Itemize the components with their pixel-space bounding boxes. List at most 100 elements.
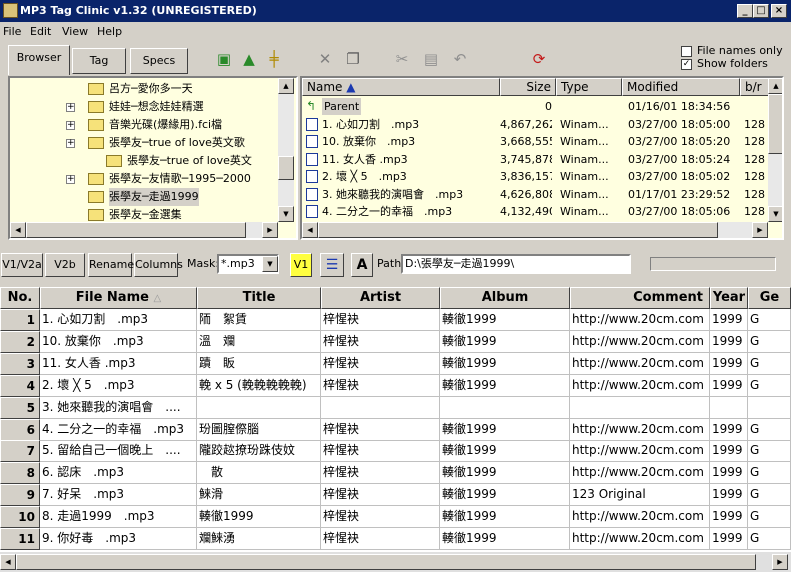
tree-node[interactable]: + 娃娃─想念娃娃精選 <box>10 98 278 116</box>
cell-filename[interactable]: 2. 壞 ╳ 5 .mp3 <box>40 374 197 397</box>
grid-header-no[interactable]: No. <box>0 287 40 309</box>
cell-comment[interactable]: 123 Original <box>570 484 710 507</box>
cell-filename[interactable]: 11. 女人香 .mp3 <box>40 352 197 375</box>
cell-genre[interactable]: G <box>748 309 791 331</box>
grid-header-genre[interactable]: Ge <box>748 287 791 309</box>
cell-filename[interactable]: 1. 心如刀割 .mp3 <box>40 309 197 331</box>
tab-v2b[interactable]: V2b <box>45 253 85 277</box>
split-icon[interactable]: ╪ <box>265 50 283 68</box>
menu-help[interactable]: Help <box>97 25 122 38</box>
column-header-type[interactable]: Type <box>556 78 622 96</box>
cell-year[interactable]: 1999 <box>710 309 748 331</box>
cell-title[interactable]: 斕鯠湧 <box>197 528 321 550</box>
cell-genre[interactable]: G <box>748 462 791 485</box>
chevron-down-icon[interactable]: ▼ <box>262 256 278 272</box>
cell-album[interactable]: 輳徹1999 <box>440 352 570 375</box>
scroll-thumb[interactable] <box>278 156 294 180</box>
cell-filename[interactable]: 3. 她來聽我的演唱會 .... <box>40 396 197 419</box>
cell-artist[interactable]: 梓惺袂 <box>321 528 440 550</box>
cell-title[interactable] <box>197 396 321 419</box>
cell-comment[interactable]: http://www.20cm.com <box>570 462 710 485</box>
cell-title[interactable]: 輓 x 5 (輓輓輓輓輓) <box>197 374 321 397</box>
cell-comment[interactable]: http://www.20cm.com <box>570 352 710 375</box>
scroll-down-icon[interactable]: ▼ <box>278 206 294 222</box>
expand-icon[interactable]: + <box>66 121 75 130</box>
scroll-thumb[interactable] <box>16 554 756 570</box>
scroll-down-icon[interactable]: ▼ <box>768 206 782 222</box>
font-a-button[interactable]: A <box>351 253 373 277</box>
cell-genre[interactable]: G <box>748 440 791 463</box>
cell-year[interactable]: 1999 <box>710 484 748 507</box>
cell-filename[interactable]: 5. 留給自己一個晚上 .... <box>40 440 197 463</box>
tree-node[interactable]: 張學友─走過1999 <box>10 188 278 206</box>
grid-row[interactable]: 1 1. 心如刀割 .mp3 陑 絮賃 梓惺袂 輳徹1999 http://www.20c… <box>0 309 791 331</box>
paste-icon[interactable]: ▤ <box>422 50 440 68</box>
cell-artist[interactable]: 梓惺袂 <box>321 374 440 397</box>
column-header-size[interactable]: Size <box>500 78 556 96</box>
cell-filename[interactable]: 10. 放棄你 .mp3 <box>40 330 197 353</box>
filelist-horizontal-scrollbar[interactable]: ◀ ▶ <box>302 222 768 238</box>
new-folder-icon[interactable]: ▣ <box>215 50 233 68</box>
cell-title[interactable]: 溫 斕 <box>197 330 321 353</box>
path-input[interactable]: D:\張學友─走過1999\ <box>401 254 631 274</box>
cell-album[interactable]: 輳徹1999 <box>440 374 570 397</box>
grid-row[interactable]: 7 5. 留給自己一個晚上 .... 隴跤趑撩玢跦伎妏 梓惺袂 輳徹1999 http:/… <box>0 440 791 463</box>
cell-title[interactable]: 蹟 眅 <box>197 352 321 375</box>
cell-comment[interactable]: http://www.20cm.com <box>570 418 710 441</box>
tab-browser[interactable]: Browser <box>8 45 70 75</box>
scroll-right-icon[interactable]: ▶ <box>752 222 768 238</box>
grid-row[interactable]: 6 4. 二分之一的幸福 .mp3 玢圖膣傺腦 梓惺袂 輳徹1999 http://www… <box>0 418 791 441</box>
file-row[interactable]: 1. 心如刀割 .mp3 4,867,262 Winam... 03/27/00 18… <box>302 116 772 133</box>
expand-icon[interactable]: + <box>66 139 75 148</box>
scroll-right-icon[interactable]: ▶ <box>772 554 788 570</box>
cell-title[interactable]: 輳徹1999 <box>197 506 321 529</box>
cell-album[interactable] <box>440 396 570 419</box>
columns-button[interactable]: Columns <box>134 253 183 277</box>
list-view-icon[interactable]: ☰ <box>320 253 344 277</box>
cell-genre[interactable] <box>748 396 791 419</box>
minimize-button[interactable]: _ <box>737 4 753 18</box>
file-row[interactable]: 2. 壞 ╳ 5 .mp3 3,836,157 Winam... 03/27/00 1… <box>302 168 772 185</box>
cell-filename[interactable]: 7. 好呆 .mp3 <box>40 484 197 507</box>
cell-comment[interactable]: http://www.20cm.com <box>570 374 710 397</box>
cell-comment[interactable]: http://www.20cm.com <box>570 330 710 353</box>
grid-header-artist[interactable]: Artist <box>321 287 440 309</box>
cell-genre[interactable]: G <box>748 330 791 353</box>
cell-filename[interactable]: 9. 你好毒 .mp3 <box>40 528 197 550</box>
grid-header-year[interactable]: Year <box>710 287 748 309</box>
close-button[interactable]: × <box>771 4 787 18</box>
tree-horizontal-scrollbar[interactable]: ◀ ▶ <box>10 222 278 238</box>
cell-genre[interactable]: G <box>748 484 791 507</box>
cell-artist[interactable] <box>321 396 440 419</box>
maximize-button[interactable]: □ <box>753 4 769 18</box>
file-list[interactable]: Name ▲ Size Type Modified b/r ↰ Parent 0 01… <box>300 76 784 240</box>
cell-album[interactable]: 輳徹1999 <box>440 462 570 485</box>
copy-icon[interactable]: ❐ <box>344 50 362 68</box>
cell-year[interactable]: 1999 <box>710 506 748 529</box>
scroll-up-icon[interactable]: ▲ <box>768 78 782 94</box>
cell-artist[interactable]: 梓惺袂 <box>321 330 440 353</box>
cell-comment[interactable]: http://www.20cm.com <box>570 528 710 550</box>
grid-row[interactable]: 5 3. 她來聽我的演唱會 .... <box>0 396 791 419</box>
cell-genre[interactable]: G <box>748 352 791 375</box>
cell-album[interactable]: 輳徹1999 <box>440 440 570 463</box>
cell-comment[interactable]: http://www.20cm.com <box>570 440 710 463</box>
scroll-thumb[interactable] <box>318 222 718 238</box>
cell-album[interactable]: 輳徹1999 <box>440 418 570 441</box>
cell-title[interactable]: 隴跤趑撩玢跦伎妏 <box>197 440 321 463</box>
tree-node[interactable]: + 張學友─true of love英文歌 <box>10 134 278 152</box>
cell-artist[interactable]: 梓惺袂 <box>321 506 440 529</box>
show-folders-checkbox[interactable]: ✓ <box>681 59 692 70</box>
menu-edit[interactable]: Edit <box>30 25 51 38</box>
cell-year[interactable]: 1999 <box>710 418 748 441</box>
rename-button[interactable]: Rename <box>88 253 134 277</box>
expand-icon[interactable]: + <box>66 175 75 184</box>
cell-album[interactable]: 輳徹1999 <box>440 528 570 550</box>
cut-icon[interactable]: ✂ <box>393 50 411 68</box>
tab-tag[interactable]: Tag <box>72 48 126 74</box>
cell-genre[interactable]: G <box>748 374 791 397</box>
column-header-modified[interactable]: Modified <box>622 78 740 96</box>
cell-year[interactable] <box>710 396 748 419</box>
filelist-vertical-scrollbar[interactable]: ▲ ▼ <box>768 78 782 222</box>
cell-artist[interactable]: 梓惺袂 <box>321 352 440 375</box>
